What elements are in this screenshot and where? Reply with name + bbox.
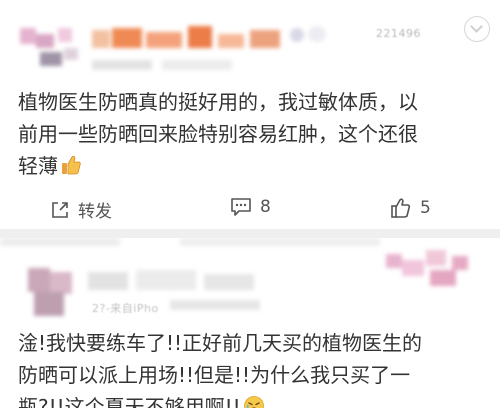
- comment-icon: [231, 198, 251, 216]
- user-badge-icon: [290, 26, 330, 44]
- like-icon: [391, 198, 411, 218]
- like-count: 5: [420, 198, 431, 218]
- repost-label: 转发: [78, 202, 112, 222]
- meta-fragment: 2?-来自iPho: [92, 302, 159, 315]
- comment-button[interactable]: 8: [230, 197, 271, 217]
- username[interactable]: [92, 26, 282, 52]
- crying-face-icon: [243, 394, 265, 408]
- comment-count: 8: [260, 197, 271, 217]
- text-line: 瓶?!!这个夏天不够用啊!!: [18, 391, 482, 408]
- post-card: 221496 植物医生防晒真的挺好用的，我过敏体质，以 前用一些防晒回来脸特别容…: [0, 0, 500, 229]
- text-line: 前用一些防晒回来脸特别容易红肿，这个还很: [18, 122, 418, 146]
- thumbs-up-icon: [60, 153, 82, 175]
- chevron-down-icon[interactable]: [464, 16, 490, 42]
- username[interactable]: [88, 268, 258, 294]
- text-line: 防晒可以派上用场!!但是!!为什么我只买了一: [18, 363, 411, 387]
- post-text: 淦!我快要练车了!!正好前几天买的植物医生的 防晒可以派上用场!!但是!!为什么…: [18, 327, 482, 408]
- post-card: 2?-来自iPho 淦!我快要练车了!!正好前几天买的植物医生的 防晒可以派上用…: [0, 238, 500, 408]
- repost-button[interactable]: 转发: [50, 197, 112, 222]
- decorative-badge: [386, 246, 470, 290]
- avatar[interactable]: [20, 28, 80, 72]
- text-line: 淦!我快要练车了!!正好前几天买的植物医生的: [18, 331, 423, 355]
- like-button[interactable]: 5: [390, 197, 431, 219]
- meta-line: [92, 60, 242, 72]
- post-text: 植物医生防晒真的挺好用的，我过敏体质，以 前用一些防晒回来脸特别容易红肿，这个还…: [18, 86, 482, 182]
- avatar[interactable]: [28, 268, 72, 318]
- meta-line: [170, 298, 270, 312]
- text-line: 轻薄: [18, 150, 482, 182]
- meta-fragment: 221496: [376, 27, 421, 40]
- share-icon: [52, 201, 68, 218]
- text-line: 植物医生防晒真的挺好用的，我过敏体质，以: [18, 90, 418, 114]
